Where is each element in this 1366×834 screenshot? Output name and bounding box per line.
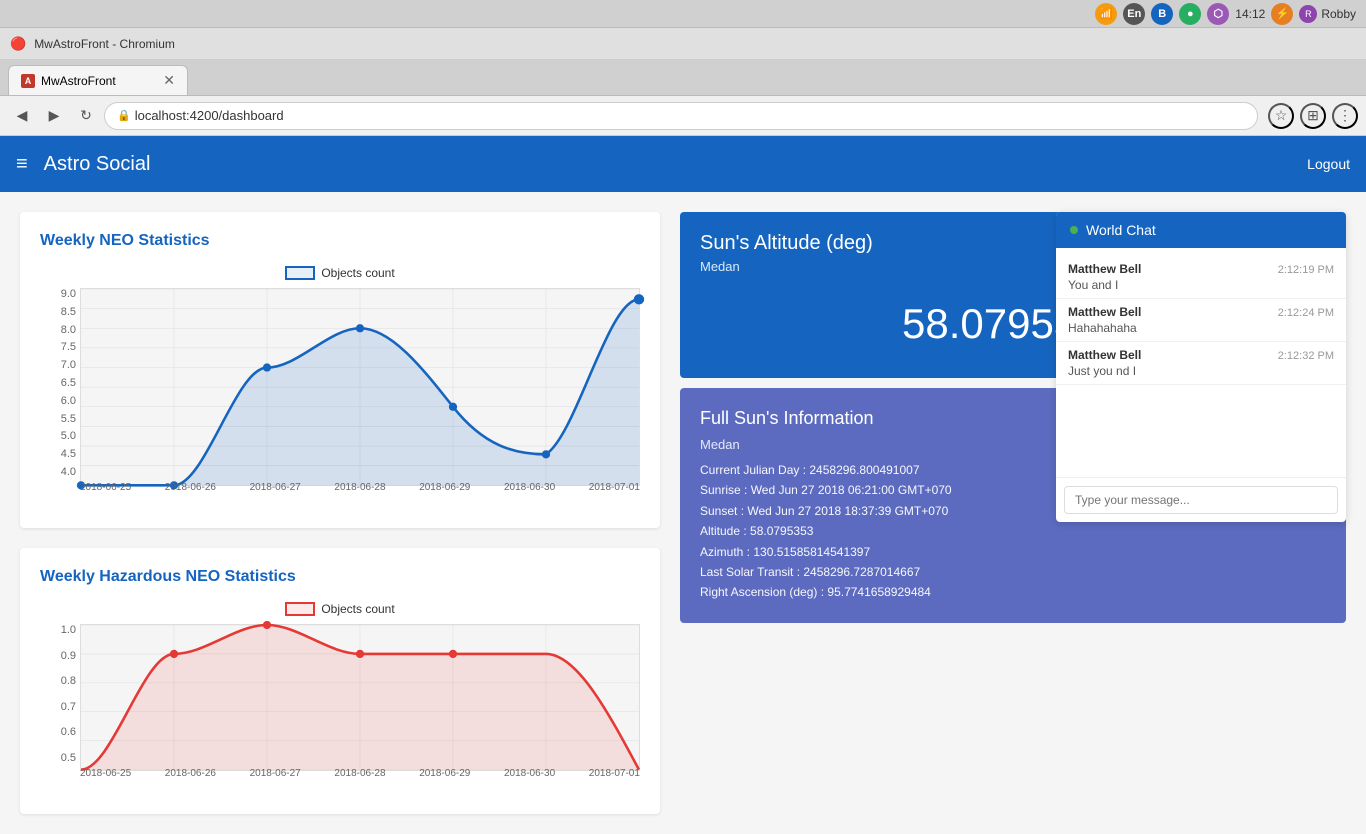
lang-icon: En xyxy=(1123,3,1145,25)
hamburger-menu[interactable]: ≡ xyxy=(16,153,28,176)
chat-msg-time-2: 2:12:32 PM xyxy=(1278,350,1334,362)
browser-tab[interactable]: A MwAstroFront ✕ xyxy=(8,65,188,95)
chat-msg-text-2: Just you nd I xyxy=(1068,364,1334,378)
chat-message-0: Matthew Bell 2:12:19 PM You and I xyxy=(1056,256,1346,299)
menu-button[interactable]: ⋮ xyxy=(1332,103,1358,129)
back-button[interactable]: ◀ xyxy=(8,102,36,130)
legend-label: Objects count xyxy=(321,266,394,280)
chat-msg-text-0: You and I xyxy=(1068,278,1334,292)
tab-favicon: A xyxy=(21,74,35,88)
username-label: Robby xyxy=(1321,7,1356,21)
neo-y-axis: 9.0 8.5 8.0 7.5 7.0 6.5 6.0 5.5 5.0 4.5 … xyxy=(40,288,80,478)
logout-button[interactable]: Logout xyxy=(1307,156,1350,172)
sun-info-row-6: Right Ascension (deg) : 95.7741658929484 xyxy=(700,582,1326,602)
user-avatar: R xyxy=(1299,5,1317,23)
hazardous-chart-title: Weekly Hazardous NEO Statistics xyxy=(40,568,640,586)
address-bar[interactable]: 🔒 localhost:4200/dashboard xyxy=(104,102,1258,130)
neo-chart-legend: Objects count xyxy=(40,266,640,280)
neo-chart-svg xyxy=(80,288,640,486)
neo-chart-title: Weekly NEO Statistics xyxy=(40,232,640,250)
legend-box-blue xyxy=(285,266,315,280)
hazardous-legend-label: Objects count xyxy=(321,602,394,616)
chat-title: World Chat xyxy=(1086,222,1156,238)
browser-tab-bar: A MwAstroFront ✕ xyxy=(0,60,1366,96)
chat-msg-time-1: 2:12:24 PM xyxy=(1278,307,1334,319)
legend-box-red xyxy=(285,602,315,616)
system-user: R Robby xyxy=(1299,5,1356,23)
browser-title-bar: 🔴 MwAstroFront - Chromium xyxy=(0,28,1366,60)
browser-sys-bar: 📶 En B ● ⬡ 14:12 ⚡ R Robby xyxy=(0,0,1366,28)
address-text: localhost:4200/dashboard xyxy=(135,108,284,123)
tab-close-button[interactable]: ✕ xyxy=(163,72,175,89)
green-sys-icon: ● xyxy=(1179,3,1201,25)
chat-msg-user-0: Matthew Bell xyxy=(1068,262,1141,276)
chat-msg-text-1: Hahahahaha xyxy=(1068,321,1334,335)
chat-input[interactable] xyxy=(1064,486,1338,514)
power-icon: ⚡ xyxy=(1271,3,1293,25)
sun-info-row-5: Last Solar Transit : 2458296.7287014667 xyxy=(700,562,1326,582)
forward-button[interactable]: ▶ xyxy=(40,102,68,130)
sun-info-row-4: Azimuth : 130.51585814541397 xyxy=(700,542,1326,562)
chat-msg-header-1: Matthew Bell 2:12:24 PM xyxy=(1068,305,1334,319)
hazardous-y-axis: 1.0 0.9 0.8 0.7 0.6 0.5 xyxy=(40,624,80,764)
main-content: Weekly NEO Statistics Objects count 9.0 … xyxy=(0,192,1366,834)
nav-right-icons: ☆ ⊞ ⋮ xyxy=(1268,103,1358,129)
browser-favicon: 🔴 xyxy=(10,36,26,52)
chat-header: World Chat xyxy=(1056,212,1346,248)
chat-msg-header-0: Matthew Bell 2:12:19 PM xyxy=(1068,262,1334,276)
chat-input-area xyxy=(1056,478,1346,522)
system-time: 14:12 xyxy=(1235,7,1265,21)
online-indicator xyxy=(1070,226,1078,234)
hazardous-x-axis: 2018-06-25 2018-06-26 2018-06-27 2018-06… xyxy=(80,764,640,794)
wifi-icon: 📶 xyxy=(1095,3,1117,25)
app-header: ≡ Astro Social Logout xyxy=(0,136,1366,192)
chat-message-1: Matthew Bell 2:12:24 PM Hahahahaha xyxy=(1056,299,1346,342)
lock-icon: 🔒 xyxy=(117,109,131,122)
hazardous-chart-svg xyxy=(80,624,640,771)
chat-msg-user-1: Matthew Bell xyxy=(1068,305,1141,319)
chat-msg-header-2: Matthew Bell 2:12:32 PM xyxy=(1068,348,1334,362)
tab-label: MwAstroFront xyxy=(41,74,116,88)
world-chat-panel: World Chat Matthew Bell 2:12:19 PM You a… xyxy=(1056,212,1346,522)
neo-statistics-card: Weekly NEO Statistics Objects count 9.0 … xyxy=(20,212,660,528)
hazardous-chart-area: 1.0 0.9 0.8 0.7 0.6 0.5 xyxy=(40,624,640,794)
bookmark-button[interactable]: ☆ xyxy=(1268,103,1294,129)
chat-msg-time-0: 2:12:19 PM xyxy=(1278,264,1334,276)
left-column: Weekly NEO Statistics Objects count 9.0 … xyxy=(20,212,660,814)
neo-x-axis: 2018-06-25 2018-06-26 2018-06-27 2018-06… xyxy=(80,478,640,508)
sun-info-row-3: Altitude : 58.0795353 xyxy=(700,521,1326,541)
bluetooth-icon: B xyxy=(1151,3,1173,25)
neo-chart-area: 9.0 8.5 8.0 7.5 7.0 6.5 6.0 5.5 5.0 4.5 … xyxy=(40,288,640,508)
chat-msg-user-2: Matthew Bell xyxy=(1068,348,1141,362)
hazardous-neo-statistics-card: Weekly Hazardous NEO Statistics Objects … xyxy=(20,548,660,814)
hazardous-chart-legend: Objects count xyxy=(40,602,640,616)
app-title: Astro Social xyxy=(44,153,1308,176)
reload-button[interactable]: ↻ xyxy=(72,102,100,130)
browser-title: MwAstroFront - Chromium xyxy=(34,37,175,51)
chat-messages[interactable]: Matthew Bell 2:12:19 PM You and I Matthe… xyxy=(1056,248,1346,478)
browser-nav-bar: ◀ ▶ ↻ 🔒 localhost:4200/dashboard ☆ ⊞ ⋮ xyxy=(0,96,1366,136)
extensions-button[interactable]: ⊞ xyxy=(1300,103,1326,129)
chat-message-2: Matthew Bell 2:12:32 PM Just you nd I xyxy=(1056,342,1346,385)
robby-icon: ⬡ xyxy=(1207,3,1229,25)
